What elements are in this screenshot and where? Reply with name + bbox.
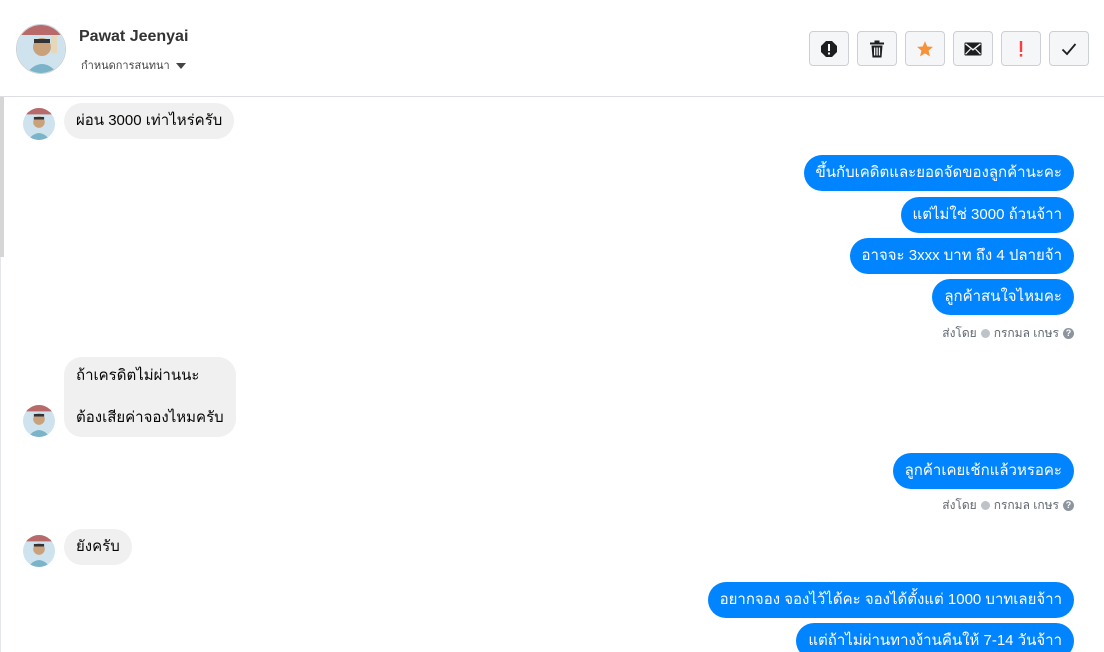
mark-done-button[interactable] (1049, 31, 1089, 66)
conversation-settings-dropdown[interactable]: กำหนดการสนทนา (81, 56, 186, 74)
outgoing-message[interactable]: แต่ถ้าไม่ผ่านทางง้านคืนให้ 7-14 วันจ้าา (796, 623, 1074, 652)
message-line: ถ้าเครดิตไม่ผ่านนะ (76, 367, 200, 384)
incoming-message[interactable]: ยังครับ (64, 529, 132, 565)
message-thread: ผ่อน 3000 เท่าไหร่ครับ ขึ้นกับเคดิตและยอ… (0, 97, 1104, 652)
contact-avatar-small[interactable] (23, 535, 55, 567)
important-button[interactable] (1001, 31, 1041, 66)
important-icon (1019, 40, 1023, 57)
outgoing-message[interactable]: แต่ไม่ใช่ 3000 ถ้วนจ้าา (900, 197, 1074, 233)
trash-icon (870, 40, 884, 57)
outgoing-message[interactable]: อาจจะ 3xxx บาท ถึง 4 ปลายจ้า (849, 238, 1074, 274)
report-icon (821, 40, 837, 57)
message-line: ต้องเสียค่าจองไหมครับ (76, 409, 224, 426)
conversation-toolbar (809, 31, 1089, 66)
delete-button[interactable] (857, 31, 897, 66)
check-icon (1061, 42, 1077, 55)
agent-dot-icon (980, 501, 990, 510)
incoming-message-multiline[interactable]: ถ้าเครดิตไม่ผ่านนะ ต้องเสียค่าจองไหมครับ (64, 357, 236, 437)
sent-by-name[interactable]: กรกมล เกษร (994, 324, 1059, 343)
outgoing-message[interactable]: ลูกค้าเคยเช้กแล้วหรอคะ (892, 453, 1074, 489)
report-button[interactable] (809, 31, 849, 66)
chevron-down-icon (175, 62, 186, 69)
agent-dot-icon (980, 329, 990, 338)
help-icon[interactable]: ? (1063, 328, 1074, 339)
outgoing-message[interactable]: ขึ้นกับเคดิตและยอดจัดของลูกค้านะคะ (803, 155, 1074, 191)
star-button[interactable] (905, 31, 945, 66)
outgoing-message[interactable]: ลูกค้าสนใจไหมคะ (932, 279, 1074, 315)
star-icon (917, 40, 933, 56)
contact-avatar[interactable] (16, 24, 66, 74)
conversation-header: Pawat Jeenyai กำหนดการสนทนา (0, 0, 1104, 97)
conversation-settings-label: กำหนดการสนทนา (81, 60, 170, 72)
sent-by-name[interactable]: กรกมล เกษร (994, 496, 1059, 515)
sent-by-label: ส่งโดย กรกมล เกษร ? (942, 496, 1074, 515)
sent-by-prefix: ส่งโดย (942, 498, 977, 512)
mark-unread-button[interactable] (953, 31, 993, 66)
mail-icon (964, 42, 982, 55)
incoming-message[interactable]: ผ่อน 3000 เท่าไหร่ครับ (64, 103, 235, 139)
contact-avatar-small[interactable] (23, 108, 55, 140)
sent-by-label: ส่งโดย กรกมล เกษร ? (942, 324, 1074, 343)
outgoing-message[interactable]: อยากจอง จองไว้ได้คะ จองได้ตั้งแต่ 1000 บ… (707, 582, 1074, 618)
contact-name[interactable]: Pawat Jeenyai (79, 28, 188, 46)
sent-by-prefix: ส่งโดย (942, 326, 977, 340)
contact-avatar-small[interactable] (23, 405, 55, 437)
help-icon[interactable]: ? (1063, 500, 1074, 511)
